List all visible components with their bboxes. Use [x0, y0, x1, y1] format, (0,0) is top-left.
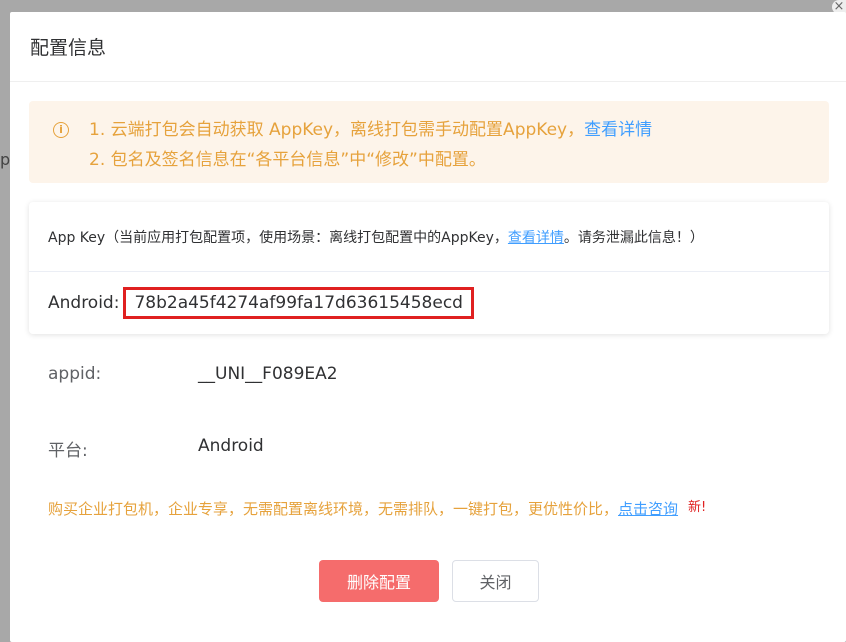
close-button[interactable]: 关闭 — [452, 560, 539, 602]
appkey-value[interactable]: 78b2a45f4274af99fa17d63615458ecd — [123, 287, 474, 319]
dialog-title: 配置信息 — [30, 37, 107, 59]
platform-label: 平台: — [48, 441, 88, 461]
dialog-header: 配置信息 — [10, 12, 846, 82]
notice-line-1-text: 1. 云端打包会自动获取 AppKey，离线打包需手动配置AppKey， — [89, 120, 585, 140]
promo-consult-link[interactable]: 点击咨询 — [618, 498, 678, 519]
appkey-card-body: Android: 78b2a45f4274af99fa17d63615458ec… — [29, 272, 829, 334]
notice-line-1: 1. 云端打包会自动获取 AppKey，离线打包需手动配置AppKey，查看详情 — [89, 115, 652, 145]
notice-box: i 1. 云端打包会自动获取 AppKey，离线打包需手动配置AppKey，查看… — [29, 101, 829, 183]
appid-row: appid: __UNI__F089EA2 — [48, 364, 338, 384]
background-text-fragment: p — [0, 150, 11, 169]
platform-row: 平台: Android — [48, 436, 264, 461]
notice-lines: 1. 云端打包会自动获取 AppKey，离线打包需手动配置AppKey，查看详情… — [89, 115, 652, 183]
notice-line-2: 2. 包名及签名信息在“各平台信息”中“修改”中配置。 — [89, 150, 486, 170]
appid-value: __UNI__F089EA2 — [198, 364, 338, 384]
notice-details-link[interactable]: 查看详情 — [584, 120, 652, 140]
appkey-card-header-text: App Key（当前应用打包配置项，使用场景：离线打包配置中的AppKey， — [48, 229, 508, 246]
promo-line: 购买企业打包机，企业专享，无需配置离线环境，无需排队，一键打包，更优性价比， 点击… — [48, 498, 706, 519]
platform-value: Android — [198, 436, 264, 456]
appkey-card-header: App Key（当前应用打包配置项，使用场景：离线打包配置中的AppKey， 查看… — [29, 202, 829, 272]
promo-new-badge: 新! — [688, 500, 707, 515]
appkey-details-link[interactable]: 查看详情 — [508, 227, 564, 247]
appkey-platform-label: Android: — [48, 293, 120, 313]
appkey-card-header-suffix: 。请务泄漏此信息！） — [563, 229, 704, 246]
appkey-card: App Key（当前应用打包配置项，使用场景：离线打包配置中的AppKey， 查看… — [29, 202, 829, 334]
info-icon: i — [53, 122, 69, 138]
delete-config-button[interactable]: 删除配置 — [319, 560, 439, 602]
promo-text: 购买企业打包机，企业专享，无需配置离线环境，无需排队，一键打包，更优性价比， — [48, 500, 619, 518]
appid-label: appid: — [48, 364, 102, 384]
config-info-dialog: 配置信息 i 1. 云端打包会自动获取 AppKey，离线打包需手动配置AppK… — [10, 12, 846, 642]
